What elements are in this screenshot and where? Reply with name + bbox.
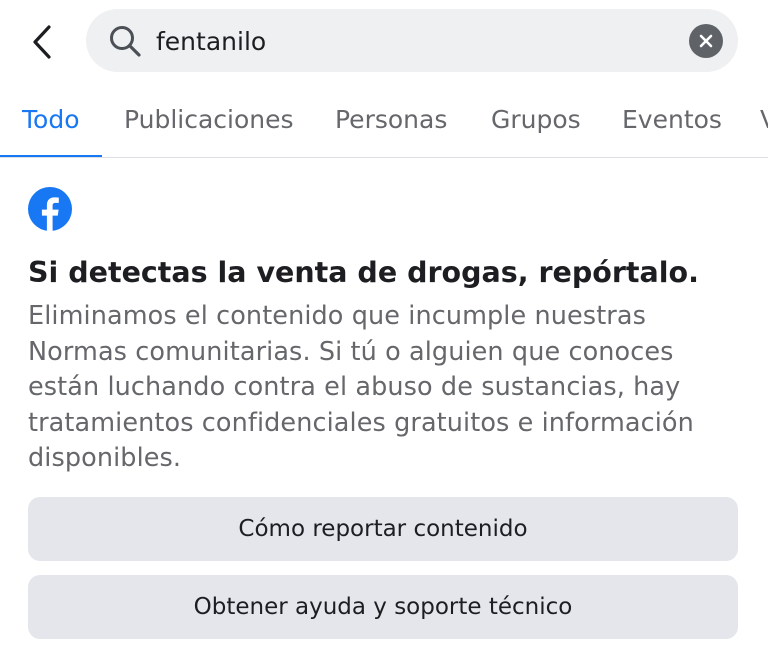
notice-title: Si detectas la venta de drogas, repórtal… bbox=[28, 256, 699, 289]
tab-personas[interactable]: Personas bbox=[335, 102, 447, 142]
notice-body: Eliminamos el contenido que incumple nue… bbox=[28, 301, 694, 473]
chevron-left-icon bbox=[33, 25, 51, 59]
back-button[interactable] bbox=[22, 20, 62, 64]
tab-publicaciones[interactable]: Publicaciones bbox=[124, 102, 294, 142]
tab-todo[interactable]: Todo bbox=[22, 102, 79, 142]
active-tab-indicator bbox=[0, 155, 102, 157]
close-icon bbox=[699, 34, 713, 48]
get-help-button[interactable]: Obtener ayuda y soporte técnico bbox=[28, 575, 738, 639]
drug-sale-notice-card: Si detectas la venta de drogas, repórtal… bbox=[0, 159, 768, 659]
search-input[interactable] bbox=[156, 19, 676, 63]
clear-search-button[interactable] bbox=[689, 24, 723, 58]
search-bar[interactable] bbox=[86, 9, 738, 72]
search-filter-tabs: Todo Publicaciones Personas Grupos Event… bbox=[0, 84, 768, 158]
facebook-logo-icon bbox=[28, 187, 72, 231]
tab-grupos[interactable]: Grupos bbox=[491, 102, 581, 142]
tab-videos[interactable]: Videos bbox=[760, 102, 768, 142]
search-icon bbox=[110, 26, 141, 57]
tab-eventos[interactable]: Eventos bbox=[622, 102, 722, 142]
how-to-report-button[interactable]: Cómo reportar contenido bbox=[28, 497, 738, 561]
search-header bbox=[0, 0, 768, 84]
